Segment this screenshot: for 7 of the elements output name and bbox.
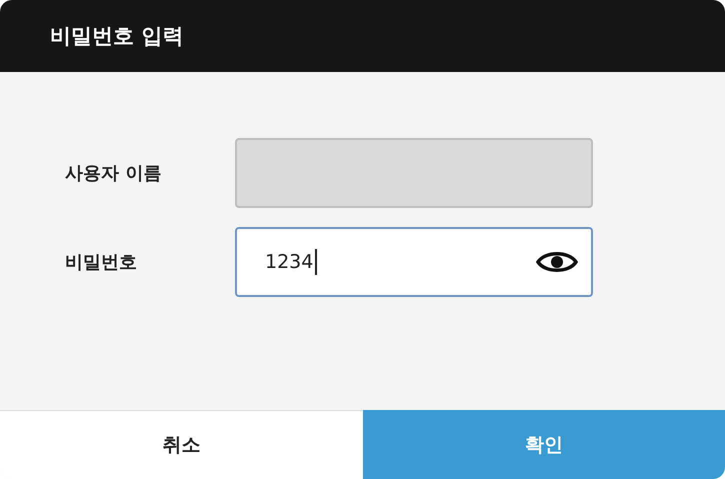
- field-label: 비밀번호: [64, 251, 138, 274]
- field-label: 사용자 이름: [64, 162, 162, 185]
- dialog-title: 비밀번호 입력: [50, 23, 184, 50]
- input-field[interactable]: 1234: [235, 227, 593, 297]
- cancel-button[interactable]: 취소: [0, 410, 362, 479]
- text-cursor: [315, 249, 317, 275]
- eye-icon[interactable]: [535, 249, 579, 275]
